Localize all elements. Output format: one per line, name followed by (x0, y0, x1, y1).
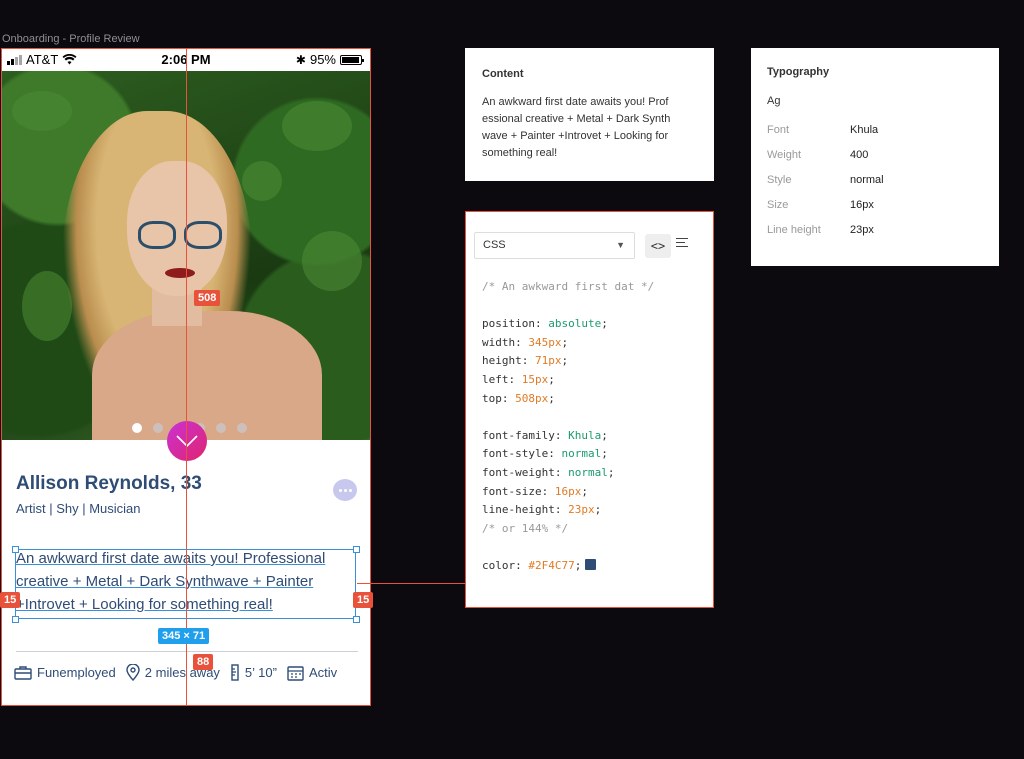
typography-value[interactable]: 400 (850, 149, 868, 161)
profile-meta: Funemployed 2 miles away 5’ 10” Activ (14, 664, 337, 681)
typography-value[interactable]: 23px (850, 224, 874, 236)
typography-panel: Typography Ag Font Khula Weight 400 Style nor… (751, 48, 999, 266)
typography-value[interactable]: normal (850, 174, 884, 186)
typography-row: Font Khula (767, 117, 983, 142)
profile-name: Allison Reynolds, 33 (16, 473, 202, 494)
ellipsis-icon (338, 488, 342, 492)
code-line: font-family: Khula; (482, 428, 608, 442)
typography-value[interactable]: Khula (850, 124, 878, 136)
list-view-button[interactable] (676, 238, 690, 252)
typography-key: Size (767, 198, 789, 211)
meta-activity: Activ (287, 664, 337, 681)
code-comment: /* An awkward first dat */ (482, 280, 655, 293)
typography-key: Font (767, 123, 790, 136)
typography-key: Line height (767, 223, 821, 236)
typography-row: Weight 400 (767, 142, 983, 167)
color-swatch[interactable] (585, 558, 597, 570)
code-line: top: 508px; (482, 391, 555, 405)
more-options-button[interactable] (333, 479, 357, 501)
typography-panel-title: Typography (767, 66, 830, 78)
meta-job: Funemployed (14, 664, 116, 681)
typography-row: Style normal (767, 167, 983, 192)
resize-handle-bl[interactable] (12, 616, 19, 623)
meta-height: 5’ 10” (230, 664, 277, 681)
code-color-line: color: #2F4C77; (482, 557, 654, 576)
briefcase-icon (14, 666, 32, 680)
page-dot[interactable] (132, 423, 142, 433)
bluetooth-icon: ✱ (295, 52, 306, 67)
code-line: font-style: normal; (482, 447, 608, 461)
code-line: height: 71px; (482, 354, 569, 368)
location-pin-icon (126, 664, 140, 681)
css-code[interactable]: /* An awkward first dat */ position: abso… (482, 278, 654, 576)
code-blank (482, 297, 654, 316)
frame-title[interactable]: Onboarding - Profile Review (2, 33, 140, 45)
typography-key: Style (767, 173, 792, 186)
code-line: font-weight: normal; (482, 465, 615, 479)
code-line: left: 15px; (482, 372, 555, 386)
distance-bottom-badge: 88 (193, 654, 214, 670)
code-line: font-size: 16px; (482, 484, 588, 498)
code-view-button[interactable]: <> (645, 234, 671, 258)
distance-right-badge: 15 (353, 592, 374, 608)
code-comment: /* or 144% */ (482, 521, 569, 535)
code-line: line-height: 23px; (482, 503, 602, 517)
distance-left-badge: 15 (0, 592, 21, 608)
code-line: position: absolute; (482, 317, 608, 331)
chevron-down-icon (176, 435, 198, 447)
typography-row: Line height 23px (767, 217, 983, 242)
resize-handle-br[interactable] (353, 616, 360, 623)
code-line: width: 345px; (482, 335, 569, 349)
battery-icon (340, 54, 364, 65)
page-dot[interactable] (153, 423, 163, 433)
profile-tags: Artist | Shy | Musician (16, 501, 141, 516)
size-badge: 345 × 71 (158, 628, 210, 644)
typography-key: Weight (767, 148, 802, 161)
ruler-icon (231, 664, 239, 681)
code-blank (482, 408, 654, 427)
resize-handle-tl[interactable] (12, 546, 19, 553)
resize-handle-tr[interactable] (353, 546, 360, 553)
typography-value[interactable]: 16px (850, 199, 874, 211)
page-dot[interactable] (216, 423, 226, 433)
chevron-down-icon: ▼ (616, 240, 625, 250)
content-panel: Content An awkward first date awaits you… (465, 48, 714, 181)
typography-row: Size 16px (767, 192, 983, 217)
content-panel-title: Content (482, 68, 524, 80)
horizontal-guide (357, 583, 465, 584)
divider (16, 651, 358, 652)
type-sample: Ag (767, 95, 781, 107)
distance-top-badge: 508 (194, 290, 221, 306)
css-panel: CSS ▼ <> /* An awkward first dat */ posit… (465, 211, 714, 608)
battery-label: 95% (309, 52, 336, 67)
code-blank (482, 538, 654, 557)
page-dot[interactable] (237, 423, 247, 433)
language-select[interactable]: CSS ▼ (474, 232, 635, 259)
content-panel-text[interactable]: An awkward first date awaits you! Prof e… (482, 94, 697, 162)
calendar-icon (287, 665, 304, 681)
selection-box[interactable] (15, 549, 356, 619)
collapse-button[interactable] (167, 421, 207, 461)
